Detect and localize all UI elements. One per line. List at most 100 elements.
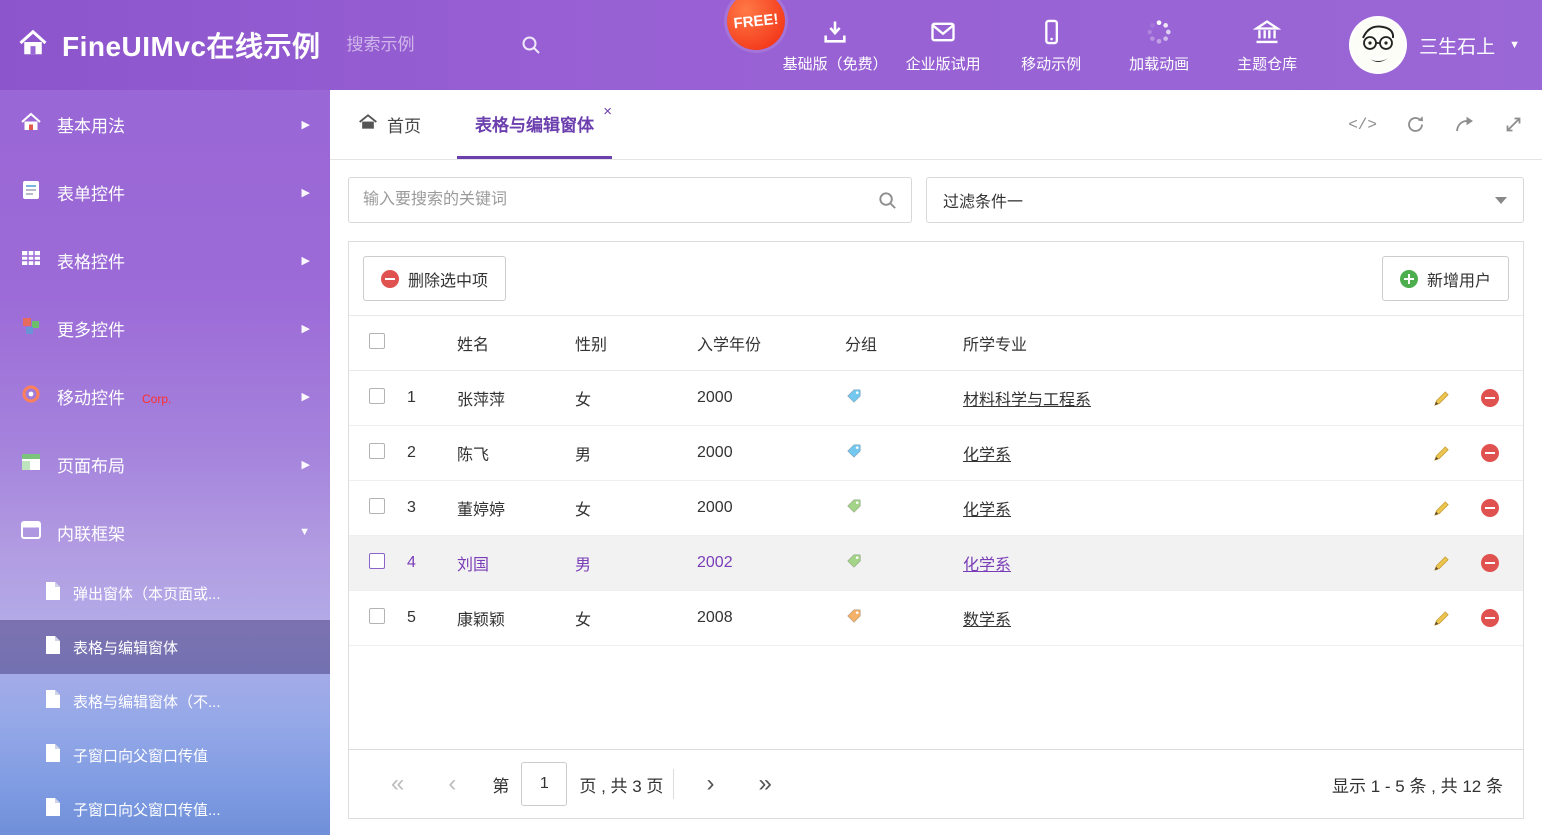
delete-icon[interactable] xyxy=(1481,389,1499,407)
sidebar-item-basic-usage[interactable]: 基本用法 ▶ xyxy=(0,90,330,158)
sidebar-item-label: 页面布局 xyxy=(57,452,125,477)
keyword-search xyxy=(348,177,912,223)
sidebar-subitem-grid-edit-window[interactable]: 表格与编辑窗体 xyxy=(0,620,330,674)
cell-year: 2008 xyxy=(697,591,845,646)
sidebar-item-iframe[interactable]: 内联框架 ▼ xyxy=(0,498,330,566)
edit-icon[interactable] xyxy=(1432,499,1451,518)
nav-enterprise-trial[interactable]: 企业版试用 xyxy=(889,16,997,74)
sidebar-subitem-child-to-parent-2[interactable]: 子窗口向父窗口传值... xyxy=(0,782,330,835)
user-table: 姓名 性别 入学年份 分组 所学专业 1 张萍萍 女 2000 xyxy=(349,315,1523,646)
tab-tools: </> xyxy=(1348,90,1524,159)
tag-icon xyxy=(845,392,863,409)
chevron-down-icon: ▼ xyxy=(1509,39,1520,51)
keyword-search-input[interactable] xyxy=(348,177,912,223)
row-number: 3 xyxy=(407,481,457,536)
nav-loading-animation[interactable]: 加载动画 xyxy=(1105,16,1213,74)
select-all-checkbox[interactable] xyxy=(369,333,385,349)
delete-icon[interactable] xyxy=(1481,609,1499,627)
page-suffix-label: 页 , 共 3 页 xyxy=(579,772,663,797)
last-page-button[interactable]: » xyxy=(736,770,793,798)
nav-basic-free[interactable]: FREE! 基础版（免费） xyxy=(781,16,889,74)
next-page-button[interactable]: › xyxy=(684,770,736,798)
sidebar-item-label: 表单控件 xyxy=(57,180,125,205)
page-number-input[interactable] xyxy=(521,762,567,806)
sidebar-item-grid-controls[interactable]: 表格控件 ▶ xyxy=(0,226,330,294)
table-row[interactable]: 3 董婷婷 女 2000 化学系 xyxy=(349,481,1523,536)
edit-icon[interactable] xyxy=(1432,554,1451,573)
button-label: 删除选中项 xyxy=(408,267,488,291)
form-icon xyxy=(20,179,42,206)
row-checkbox[interactable] xyxy=(369,553,385,569)
sidebar-item-page-layout[interactable]: 页面布局 ▶ xyxy=(0,430,330,498)
major-link[interactable]: 化学系 xyxy=(963,447,1011,464)
nav-label: 基础版（免费） xyxy=(783,53,888,74)
tag-icon xyxy=(845,502,863,519)
tab-home[interactable]: 首页 xyxy=(348,90,431,159)
table-row-selected[interactable]: 4 刘国 男 2002 化学系 xyxy=(349,536,1523,591)
header-search-input[interactable] xyxy=(347,27,542,63)
sidebar-item-label: 表格控件 xyxy=(57,248,125,273)
delete-icon[interactable] xyxy=(1481,444,1499,462)
sidebar: 基本用法 ▶ 表单控件 ▶ 表格控件 ▶ 更多控件 ▶ 移动控件 Corp. ▶ xyxy=(0,90,330,835)
sidebar-item-label: 基本用法 xyxy=(57,112,125,137)
sidebar-subitem-label: 子窗口向父窗口传值... xyxy=(73,799,221,820)
file-icon xyxy=(44,689,61,713)
cell-gender: 女 xyxy=(575,371,697,426)
nav-mobile-demo[interactable]: 移动示例 xyxy=(997,16,1105,74)
brand[interactable]: FineUIMvc在线示例 xyxy=(0,25,321,65)
delete-icon[interactable] xyxy=(1481,554,1499,572)
major-link[interactable]: 化学系 xyxy=(963,502,1011,519)
close-icon[interactable]: × xyxy=(603,103,612,120)
column-major: 所学专业 xyxy=(963,316,1405,371)
source-code-icon[interactable]: </> xyxy=(1348,116,1377,134)
chevron-right-icon: ▶ xyxy=(302,118,310,131)
table-row[interactable]: 5 康颖颖 女 2008 数学系 xyxy=(349,591,1523,646)
header-search xyxy=(347,27,542,63)
row-checkbox[interactable] xyxy=(369,498,385,514)
main-content: 首页 表格与编辑窗体 × </> 过滤条件一 xyxy=(330,90,1542,835)
nav-label: 加载动画 xyxy=(1129,53,1189,74)
table-row[interactable]: 1 张萍萍 女 2000 材料科学与工程系 xyxy=(349,371,1523,426)
tab-grid-edit-window[interactable]: 表格与编辑窗体 × xyxy=(457,90,612,159)
major-link[interactable]: 化学系 xyxy=(963,557,1011,574)
top-header: FineUIMvc在线示例 FREE! 基础版（免费） 企业版试用 xyxy=(0,0,1542,90)
expand-icon[interactable] xyxy=(1503,114,1524,135)
plus-circle-icon xyxy=(1400,270,1418,288)
table-row[interactable]: 2 陈飞 男 2000 化学系 xyxy=(349,426,1523,481)
mobile-icon xyxy=(1037,16,1065,46)
nav-theme-store[interactable]: 主题仓库 xyxy=(1213,16,1321,74)
major-link[interactable]: 材料科学与工程系 xyxy=(963,392,1091,409)
sidebar-subitem-child-to-parent[interactable]: 子窗口向父窗口传值 xyxy=(0,728,330,782)
cell-year: 2002 xyxy=(697,536,845,591)
search-icon[interactable] xyxy=(877,190,898,216)
prev-page-button[interactable]: ‹ xyxy=(426,770,478,798)
row-checkbox[interactable] xyxy=(369,608,385,624)
sidebar-item-mobile-controls[interactable]: 移动控件 Corp. ▶ xyxy=(0,362,330,430)
filter-dropdown[interactable]: 过滤条件一 xyxy=(926,177,1524,223)
mail-icon xyxy=(929,16,957,46)
share-icon[interactable] xyxy=(1454,114,1475,135)
row-checkbox[interactable] xyxy=(369,388,385,404)
delete-selected-button[interactable]: 删除选中项 xyxy=(363,256,506,301)
file-icon xyxy=(44,581,61,605)
edit-icon[interactable] xyxy=(1432,609,1451,628)
edit-icon[interactable] xyxy=(1432,389,1451,408)
spinner-icon xyxy=(1145,16,1173,46)
row-number: 4 xyxy=(407,536,457,591)
delete-icon[interactable] xyxy=(1481,499,1499,517)
add-user-button[interactable]: 新增用户 xyxy=(1382,256,1509,301)
user-menu[interactable]: 三生石上 ▼ xyxy=(1349,16,1542,74)
first-page-button[interactable]: « xyxy=(369,770,426,798)
edit-icon[interactable] xyxy=(1432,444,1451,463)
bank-icon xyxy=(1253,16,1281,46)
sidebar-item-form-controls[interactable]: 表单控件 ▶ xyxy=(0,158,330,226)
search-icon[interactable] xyxy=(520,34,542,61)
sidebar-item-more-controls[interactable]: 更多控件 ▶ xyxy=(0,294,330,362)
major-link[interactable]: 数学系 xyxy=(963,612,1011,629)
sidebar-subitem-grid-edit-window-2[interactable]: 表格与编辑窗体（不... xyxy=(0,674,330,728)
frame-icon xyxy=(20,519,42,546)
refresh-icon[interactable] xyxy=(1405,114,1426,135)
chevron-down-icon xyxy=(1495,197,1507,204)
sidebar-subitem-popup-window[interactable]: 弹出窗体（本页面或... xyxy=(0,566,330,620)
row-checkbox[interactable] xyxy=(369,443,385,459)
